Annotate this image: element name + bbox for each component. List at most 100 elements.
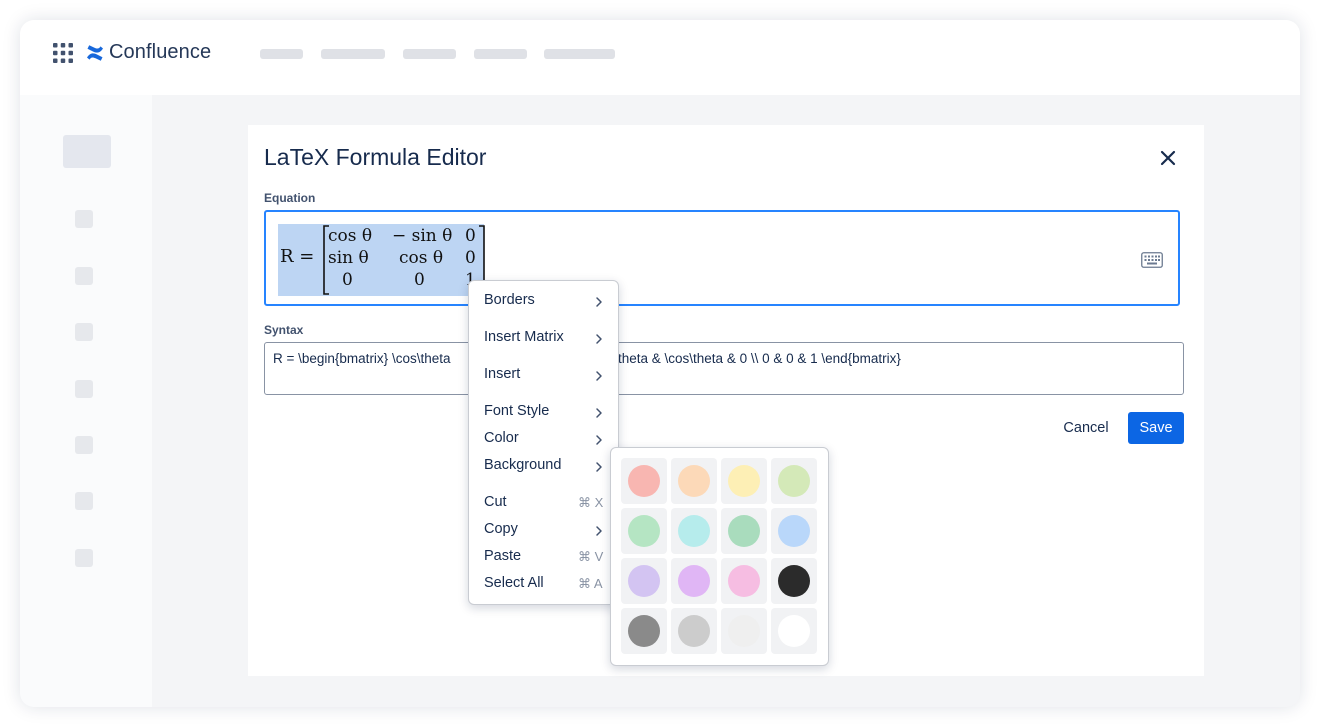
- cancel-button[interactable]: Cancel: [1054, 412, 1118, 444]
- menu-item-label: Select All: [484, 575, 544, 591]
- nav-placeholder[interactable]: [321, 49, 385, 59]
- sidebar-item-placeholder[interactable]: [75, 323, 93, 341]
- color-swatch[interactable]: [671, 608, 717, 654]
- color-swatch[interactable]: [721, 608, 767, 654]
- matrix-cell: 0: [465, 226, 476, 246]
- nav-placeholder[interactable]: [544, 49, 615, 59]
- matrix-cell: cos θ: [399, 248, 444, 268]
- formula-matrix[interactable]: cos θ − sin θ 0 sin θ cos θ 0 0 0 1: [322, 224, 486, 296]
- close-icon[interactable]: [1157, 147, 1179, 169]
- color-swatch-dot: [628, 565, 660, 597]
- color-swatch-dot: [678, 465, 710, 497]
- matrix-cell: − sin θ: [392, 226, 453, 246]
- color-swatch-dot: [678, 515, 710, 547]
- menu-item-insert[interactable]: Insert: [469, 362, 618, 388]
- shortcut-hint: ⌘ V: [578, 549, 604, 564]
- chevron-right-icon: [595, 369, 603, 381]
- matrix-cell: 0: [342, 270, 353, 290]
- sidebar-item-placeholder[interactable]: [75, 492, 93, 510]
- color-swatch[interactable]: [621, 558, 667, 604]
- sidebar-item-placeholder[interactable]: [75, 380, 93, 398]
- dialog-title: LaTeX Formula Editor: [264, 144, 487, 170]
- menu-item-color[interactable]: Color: [469, 426, 618, 452]
- chevron-right-icon: [595, 433, 603, 445]
- color-swatch[interactable]: [671, 508, 717, 554]
- menu-item-cut[interactable]: Cut ⌘ X: [469, 490, 618, 516]
- menu-item-select-all[interactable]: Select All ⌘ A: [469, 571, 618, 597]
- menu-item-background[interactable]: Background: [469, 453, 618, 479]
- app-name[interactable]: Confluence: [109, 41, 211, 64]
- keyboard-icon[interactable]: [1141, 252, 1163, 268]
- color-swatch[interactable]: [621, 458, 667, 504]
- chevron-right-icon: [595, 332, 603, 344]
- color-swatch-dot: [778, 565, 810, 597]
- menu-item-paste[interactable]: Paste ⌘ V: [469, 544, 618, 570]
- color-swatch[interactable]: [771, 508, 817, 554]
- menu-item-label: Background: [484, 457, 562, 473]
- menu-item-font-style[interactable]: Font Style: [469, 399, 618, 425]
- nav-placeholder[interactable]: [403, 49, 456, 59]
- syntax-input[interactable]: R = \begin{bmatrix} \cos\theta theta & \…: [264, 342, 1184, 395]
- color-swatch[interactable]: [721, 508, 767, 554]
- grid-icon[interactable]: [52, 42, 74, 64]
- menu-item-borders[interactable]: Borders: [469, 288, 618, 314]
- equation-label: Equation: [264, 191, 316, 205]
- color-swatch[interactable]: [771, 608, 817, 654]
- menu-item-insert-matrix[interactable]: Insert Matrix: [469, 325, 618, 351]
- syntax-label: Syntax: [264, 323, 304, 337]
- color-swatch[interactable]: [621, 508, 667, 554]
- sidebar-item-placeholder[interactable]: [75, 436, 93, 454]
- color-swatch-dot: [728, 515, 760, 547]
- menu-item-label: Borders: [484, 292, 535, 308]
- color-swatch[interactable]: [771, 558, 817, 604]
- sidebar: [20, 95, 152, 707]
- syntax-text-end: theta & \cos\theta & 0 \\ 0 & 0 & 1 \end…: [618, 351, 901, 366]
- matrix-cell: 0: [465, 248, 476, 268]
- color-swatch[interactable]: [671, 458, 717, 504]
- top-navigation: Confluence: [20, 20, 1300, 95]
- menu-item-label: Font Style: [484, 403, 550, 419]
- syntax-text-start: R = \begin{bmatrix} \cos\theta: [273, 351, 451, 366]
- color-swatch[interactable]: [721, 458, 767, 504]
- matrix-cell: 0: [414, 270, 425, 290]
- chevron-right-icon: [595, 524, 603, 536]
- chevron-right-icon: [595, 295, 603, 307]
- shortcut-hint: ⌘ A: [578, 576, 603, 591]
- color-swatch-dot: [678, 615, 710, 647]
- nav-placeholder[interactable]: [474, 49, 527, 59]
- color-swatch[interactable]: [671, 558, 717, 604]
- formula-lhs: R =: [280, 246, 315, 267]
- color-swatch-dot: [778, 465, 810, 497]
- color-swatch-dot: [628, 615, 660, 647]
- equation-editor[interactable]: R = cos θ − sin θ 0 sin θ cos θ 0 0 0 1: [264, 210, 1180, 306]
- sidebar-item-placeholder[interactable]: [75, 267, 93, 285]
- color-swatch-dot: [678, 565, 710, 597]
- menu-item-copy[interactable]: Copy: [469, 517, 618, 543]
- menu-item-label: Paste: [484, 548, 522, 564]
- matrix-cell: sin θ: [328, 248, 369, 268]
- nav-placeholder[interactable]: [260, 49, 303, 59]
- color-swatch-dot: [728, 615, 760, 647]
- color-swatch[interactable]: [771, 458, 817, 504]
- color-swatch-dot: [728, 565, 760, 597]
- matrix-cell: cos θ: [328, 226, 373, 246]
- color-swatch-dot: [628, 465, 660, 497]
- sidebar-item-placeholder[interactable]: [75, 210, 93, 228]
- chevron-right-icon: [595, 460, 603, 472]
- background-color-panel: [610, 447, 829, 666]
- color-swatch-dot: [778, 615, 810, 647]
- color-swatch-dot: [778, 515, 810, 547]
- color-swatch[interactable]: [721, 558, 767, 604]
- color-swatch[interactable]: [621, 608, 667, 654]
- save-button[interactable]: Save: [1128, 412, 1184, 444]
- menu-item-label: Insert Matrix: [484, 329, 564, 345]
- context-menu: Borders Insert Matrix Insert Font Style Colo…: [468, 280, 619, 605]
- sidebar-header-placeholder[interactable]: [63, 135, 111, 168]
- sidebar-item-placeholder[interactable]: [75, 549, 93, 567]
- menu-item-label: Cut: [484, 494, 507, 510]
- menu-item-label: Copy: [484, 521, 518, 537]
- shortcut-hint: ⌘ X: [578, 495, 604, 510]
- color-swatch-dot: [728, 465, 760, 497]
- confluence-logo-icon[interactable]: [86, 44, 104, 62]
- color-swatch-dot: [628, 515, 660, 547]
